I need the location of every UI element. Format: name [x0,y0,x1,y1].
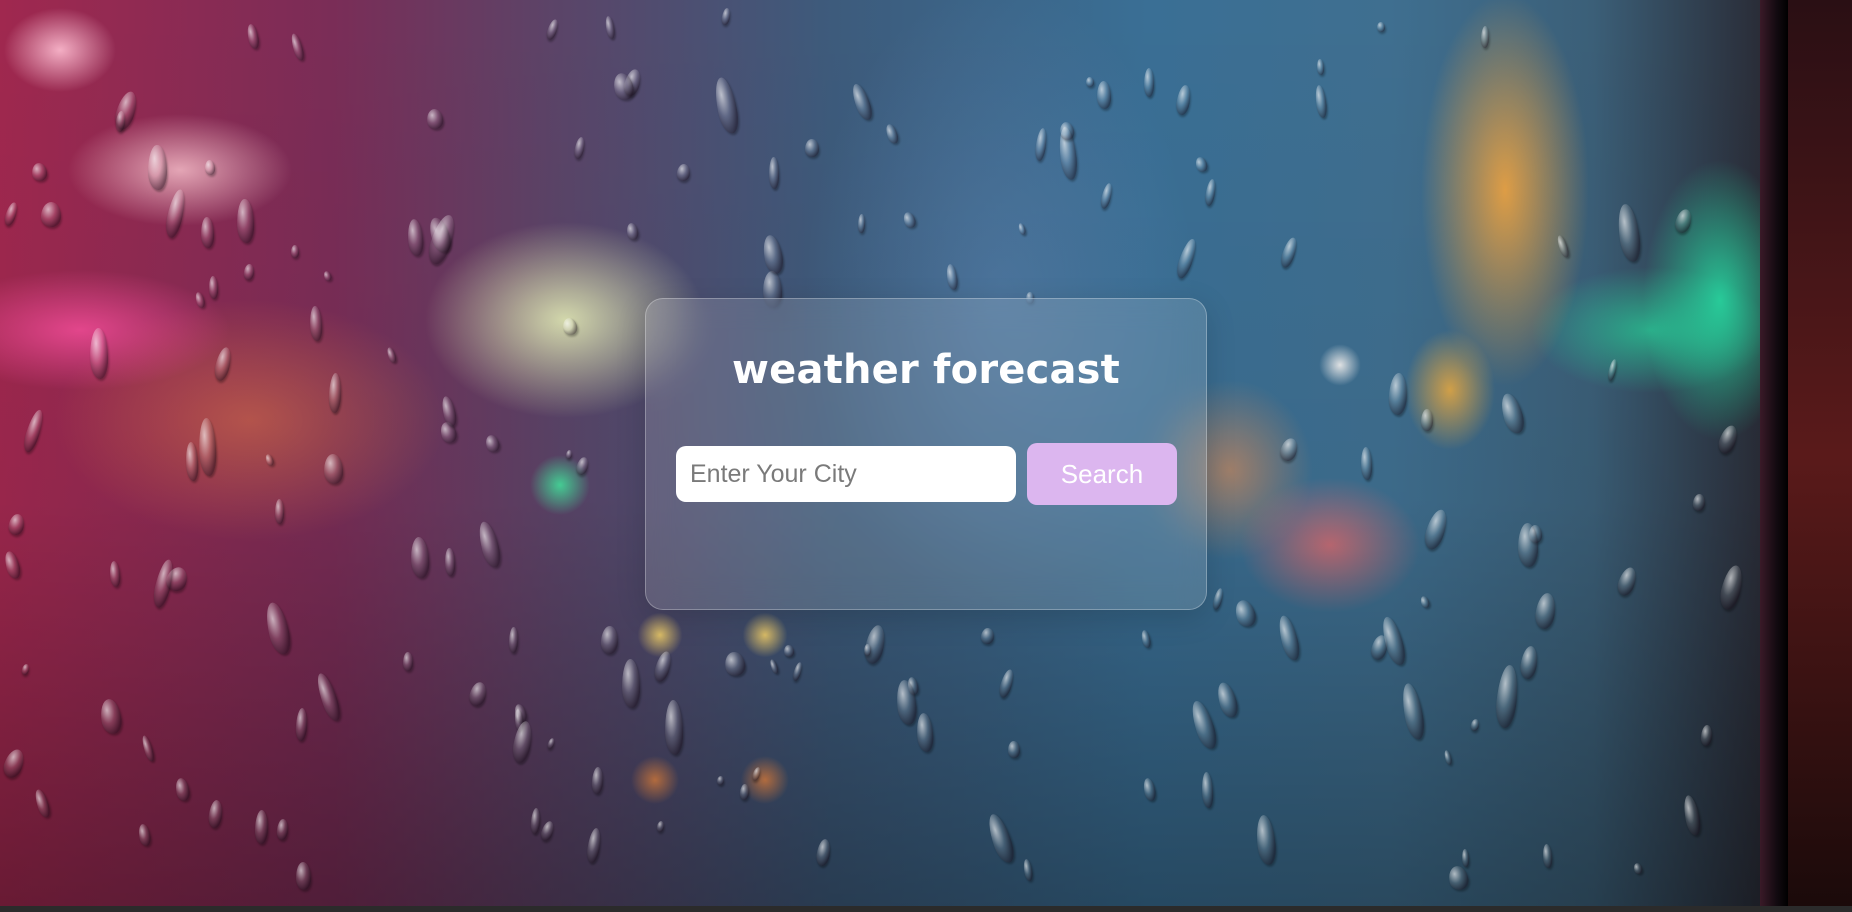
raindrop [805,139,819,158]
raindrop [147,145,167,191]
window-frame-pole [1760,0,1788,912]
raindrop [1007,740,1020,759]
raindrop [254,809,269,844]
raindrop [208,276,218,300]
raindrop [864,643,872,657]
raindrop [1480,25,1489,48]
page-title: weather forecast [731,347,1121,393]
raindrop [508,626,518,654]
raindrop [443,547,455,576]
page: weather forecast Search [0,0,1852,912]
raindrop [40,201,62,227]
raindrop [1085,76,1095,88]
raindrop [1143,68,1154,98]
raindrop [591,767,604,795]
window-frame-edge [1788,0,1852,912]
raindrop [857,214,865,234]
raindrop [1377,21,1386,32]
raindrop [600,625,618,655]
weather-card: weather forecast Search [645,298,1207,610]
city-search-input[interactable] [676,446,1016,502]
bottom-border [0,906,1852,912]
search-button[interactable]: Search [1027,443,1177,505]
raindrop [403,651,414,672]
